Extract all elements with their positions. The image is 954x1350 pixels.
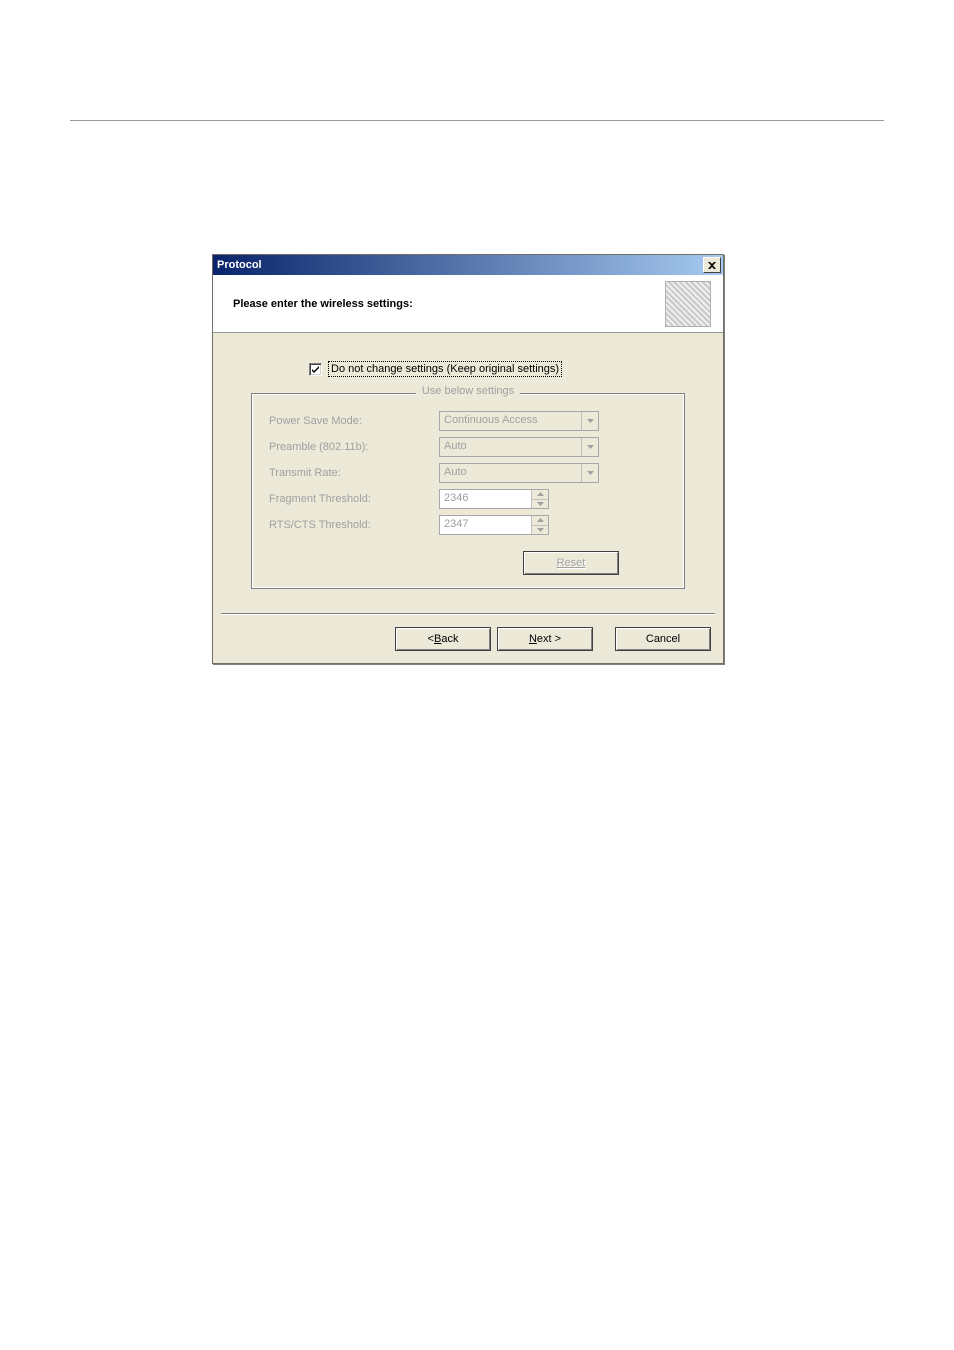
label-rts-cts-threshold: RTS/CTS Threshold: (269, 519, 439, 531)
chevron-up-icon (537, 492, 544, 496)
keep-original-checkbox[interactable] (309, 363, 322, 376)
keep-original-label: Do not change settings (Keep original se… (328, 361, 562, 377)
combo-power-save-mode-button (581, 412, 598, 430)
dialog-heading: Please enter the wireless settings: (233, 298, 665, 310)
combo-power-save-mode-value: Continuous Access (440, 412, 581, 430)
combo-transmit-rate-value: Auto (440, 464, 581, 482)
label-power-save-mode: Power Save Mode: (269, 415, 439, 427)
row-rts-cts-threshold: RTS/CTS Threshold: 2347 (269, 513, 667, 537)
label-preamble: Preamble (802.11b): (269, 441, 439, 453)
spin-fragment-up (532, 490, 548, 499)
combo-preamble: Auto (439, 437, 599, 457)
spin-rts-up (532, 516, 548, 525)
close-button[interactable] (703, 257, 721, 273)
combo-power-save-mode: Continuous Access (439, 411, 599, 431)
checkmark-icon (311, 365, 320, 374)
back-button[interactable]: < Back (395, 627, 491, 651)
combo-preamble-value: Auto (440, 438, 581, 456)
chevron-down-icon (587, 445, 594, 449)
dialog-body: Do not change settings (Keep original se… (213, 333, 723, 601)
chevron-down-icon (587, 471, 594, 475)
label-fragment-threshold: Fragment Threshold: (269, 493, 439, 505)
row-transmit-rate: Transmit Rate: Auto (269, 461, 667, 485)
spin-rts-cts-threshold-value: 2347 (440, 516, 531, 534)
combo-preamble-button (581, 438, 598, 456)
next-button[interactable]: Next > (497, 627, 593, 651)
spin-fragment-threshold-value: 2346 (440, 490, 531, 508)
chevron-up-icon (537, 518, 544, 522)
window-title: Protocol (217, 259, 703, 271)
header-strip: Please enter the wireless settings: (213, 275, 723, 333)
spin-rts-cts-threshold: 2347 (439, 515, 549, 535)
footer-buttons: < Back Next > Cancel (213, 615, 723, 663)
row-fragment-threshold: Fragment Threshold: 2346 (269, 487, 667, 511)
reset-button: Reset (523, 551, 619, 575)
chevron-down-icon (537, 528, 544, 532)
chevron-down-icon (537, 502, 544, 506)
spin-fragment-threshold: 2346 (439, 489, 549, 509)
wizard-logo (665, 281, 711, 327)
keep-original-row: Do not change settings (Keep original se… (309, 361, 685, 377)
row-power-save-mode: Power Save Mode: Continuous Access (269, 409, 667, 433)
chevron-down-icon (587, 419, 594, 423)
use-below-settings-group: Use below settings Power Save Mode: Cont… (251, 385, 685, 589)
cancel-button[interactable]: Cancel (615, 627, 711, 651)
spin-fragment-down (532, 499, 548, 509)
close-icon (708, 262, 716, 269)
combo-transmit-rate-button (581, 464, 598, 482)
titlebar: Protocol (213, 255, 723, 275)
combo-transmit-rate: Auto (439, 463, 599, 483)
protocol-dialog: Protocol Please enter the wireless setti… (212, 254, 724, 664)
page-divider (70, 120, 884, 121)
label-transmit-rate: Transmit Rate: (269, 467, 439, 479)
spin-rts-down (532, 525, 548, 535)
row-preamble: Preamble (802.11b): Auto (269, 435, 667, 459)
